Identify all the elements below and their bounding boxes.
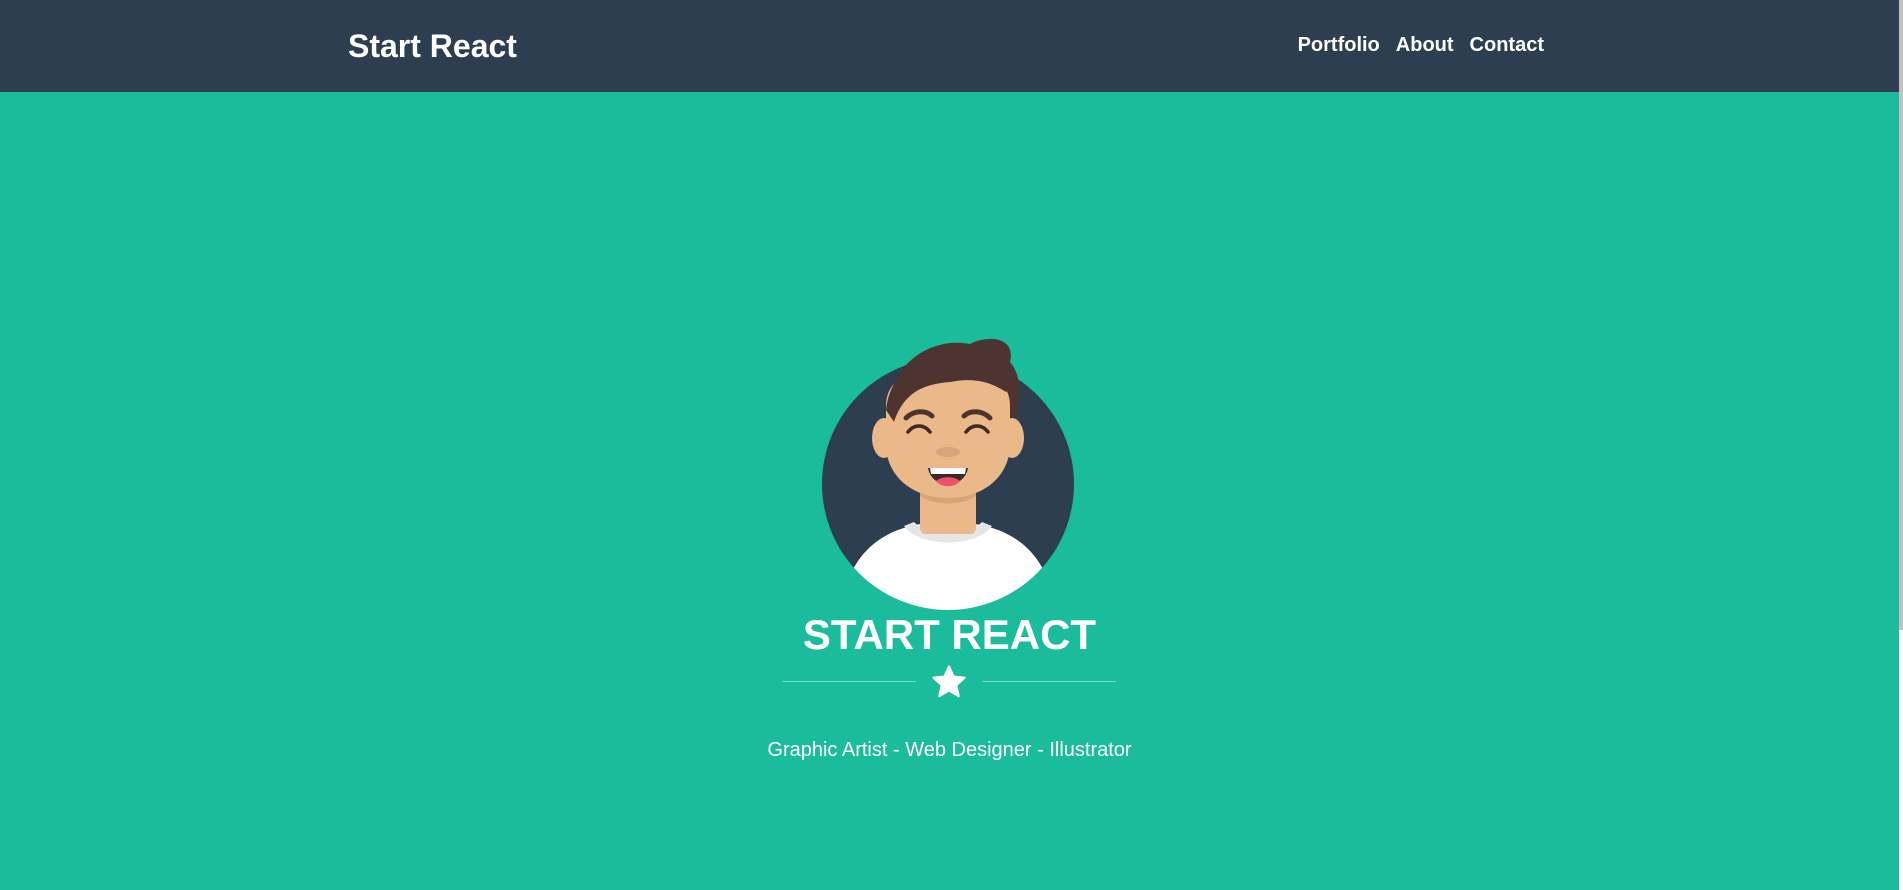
- masthead-heading: START REACT: [802, 611, 1097, 658]
- star-divider: [780, 662, 1118, 702]
- nav-link-about[interactable]: About: [1396, 32, 1454, 58]
- nav-link-portfolio[interactable]: Portfolio: [1298, 32, 1380, 58]
- nav-link-contact[interactable]: Contact: [1470, 32, 1544, 58]
- nav-links: Portfolio About Contact: [1298, 32, 1544, 58]
- star-icon: [932, 665, 966, 698]
- brand-link[interactable]: Start React: [348, 24, 517, 68]
- masthead-subtitle: Graphic Artist - Web Designer - Illustra…: [767, 739, 1132, 761]
- scrollbar-track[interactable]: [1899, 0, 1903, 890]
- divider-line-left: [782, 681, 916, 682]
- scrollbar-thumb[interactable]: [1899, 0, 1903, 630]
- navbar: Start React Portfolio About Contact: [0, 0, 1899, 92]
- divider-line-right: [982, 681, 1116, 682]
- avatar-illustration: [822, 338, 1074, 610]
